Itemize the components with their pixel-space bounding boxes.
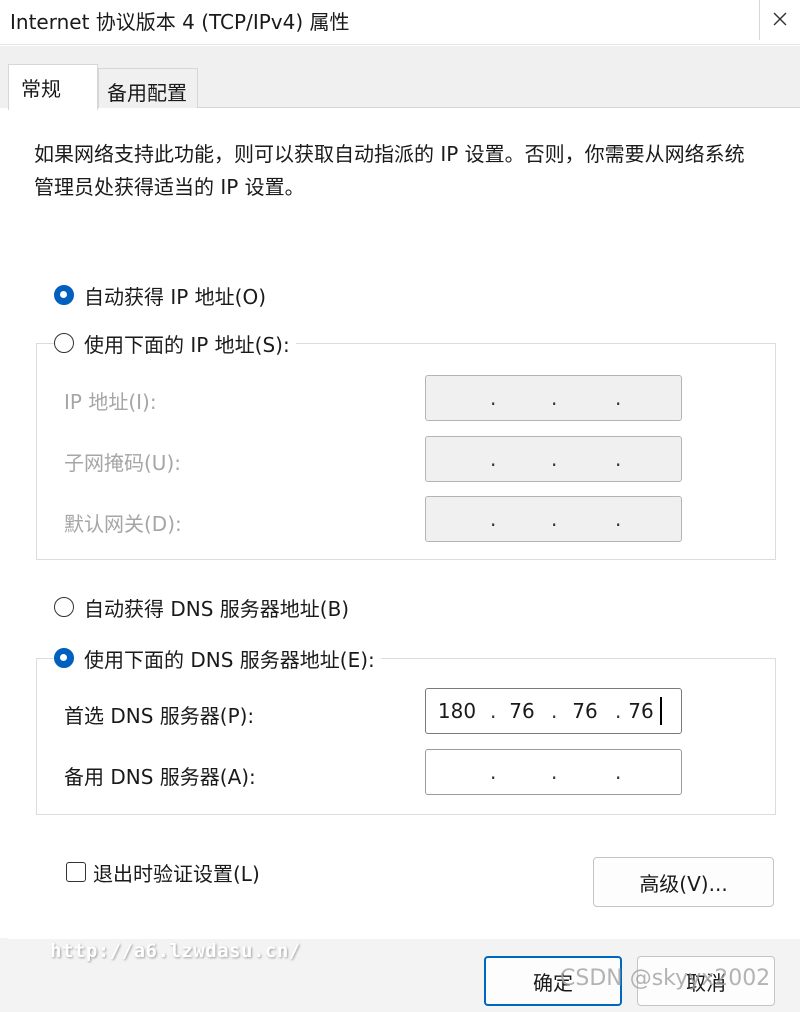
auto-ip-radio[interactable] (54, 285, 74, 305)
ip-address-input[interactable]: ... (425, 375, 682, 421)
default-gateway-input[interactable]: ... (425, 496, 682, 542)
preferred-dns-octet-2[interactable]: 76 (499, 699, 545, 723)
auto-dns-radio-row[interactable]: 自动获得 DNS 服务器地址(B) (54, 592, 356, 622)
advanced-button[interactable]: 高级(V)... (593, 857, 774, 907)
manual-dns-label: 使用下面的 DNS 服务器地址(E): (84, 647, 375, 672)
alternate-dns-input[interactable]: ... (425, 749, 682, 795)
title-bar: Internet 协议版本 4 (TCP/IPv4) 属性 (0, 0, 800, 46)
tab-alternate-config[interactable]: 备用配置 (98, 68, 198, 108)
csdn-watermark: CSDN @skyyx2002 (560, 966, 771, 991)
manual-ip-radio-row[interactable]: 使用下面的 IP 地址(S): (54, 328, 296, 358)
preferred-dns-octet-4[interactable]: 76 (623, 699, 659, 723)
description-text: 如果网络支持此功能，则可以获取自动指派的 IP 设置。否则，你需要从网络系统管理… (34, 142, 745, 199)
preferred-dns-label: 首选 DNS 服务器(P): (64, 704, 255, 728)
subnet-mask-input[interactable]: ... (425, 436, 682, 482)
alternate-dns-label: 备用 DNS 服务器(A): (64, 765, 256, 789)
url-watermark: http://a6.lzwdasu.cn/ (50, 940, 301, 962)
preferred-dns-input[interactable]: 180 . 76 . 76 . 76 (425, 688, 682, 734)
preferred-dns-octet-3[interactable]: 76 (562, 699, 608, 723)
preferred-dns-octet-1[interactable]: 180 (434, 699, 480, 723)
close-button[interactable] (759, 0, 800, 40)
validate-on-exit-label: 退出时验证设置(L) (93, 862, 260, 886)
auto-dns-radio[interactable] (54, 597, 74, 617)
title-divider (0, 44, 800, 45)
manual-dns-radio[interactable] (54, 648, 74, 668)
manual-ip-label: 使用下面的 IP 地址(S): (84, 332, 290, 357)
window-title: Internet 协议版本 4 (TCP/IPv4) 属性 (10, 10, 350, 34)
default-gateway-label: 默认网关(D): (64, 512, 182, 536)
tab-general[interactable]: 常规 (8, 64, 98, 110)
manual-ip-radio[interactable] (54, 333, 74, 353)
subnet-mask-label: 子网掩码(U): (64, 451, 181, 475)
close-icon (773, 12, 787, 26)
manual-dns-radio-row[interactable]: 使用下面的 DNS 服务器地址(E): (54, 643, 381, 673)
text-caret (660, 697, 662, 725)
auto-ip-radio-row[interactable]: 自动获得 IP 地址(O) (54, 280, 273, 310)
auto-dns-label: 自动获得 DNS 服务器地址(B) (84, 596, 350, 621)
auto-ip-label: 自动获得 IP 地址(O) (84, 284, 267, 309)
validate-on-exit-checkbox[interactable] (66, 862, 86, 882)
ip-address-label: IP 地址(I): (64, 390, 157, 414)
